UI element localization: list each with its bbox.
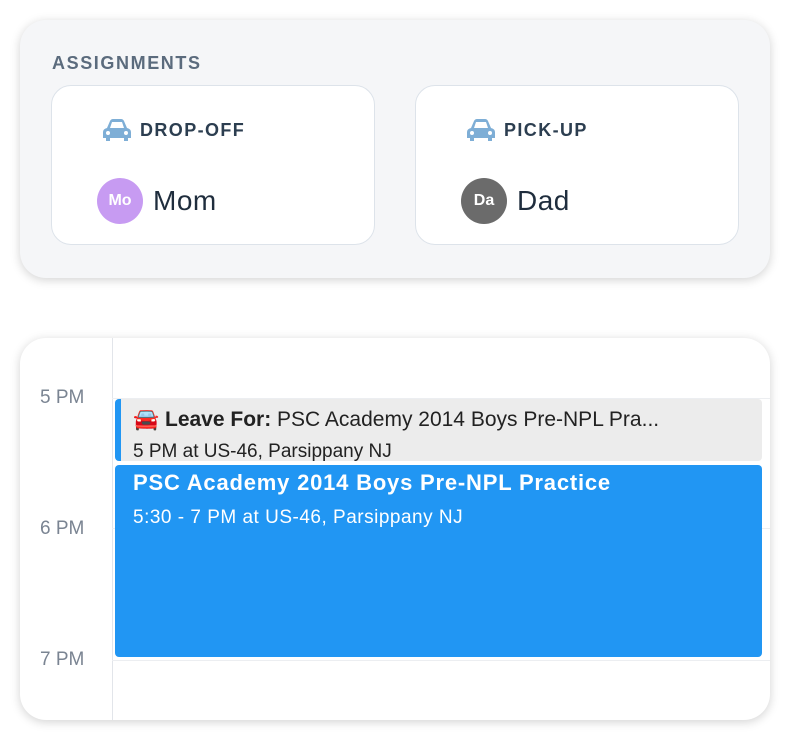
practice-event-detail: 5:30 - 7 PM at US-46, Parsippany NJ [133,507,464,528]
pickup-person: Da Dad [461,178,570,224]
hour-label-5pm: 5 PM [40,387,85,408]
assignments-card: ASSIGNMENTS DROP-OFF Mo Mom PICK-UP Da D… [20,20,770,278]
leave-for-title-line: 🚘 Leave For: PSC Academy 2014 Boys Pre-N… [133,408,752,432]
event-color-stripe [115,399,121,461]
avatar: Mo [97,178,143,224]
car-icon [103,119,131,141]
calendar-day-view[interactable]: 5 PM 6 PM 7 PM 🚘 Leave For: PSC Academy … [20,338,770,720]
avatar: Da [461,178,507,224]
pickup-label: PICK-UP [504,119,588,140]
time-gutter-divider [112,338,113,720]
red-car-emoji-icon: 🚘 [133,408,160,431]
practice-event[interactable]: PSC Academy 2014 Boys Pre-NPL Practice 5… [115,465,762,657]
hour-label-7pm: 7 PM [40,649,85,670]
pickup-header: PICK-UP [466,118,588,142]
dropoff-label: DROP-OFF [140,119,246,140]
practice-event-title: PSC Academy 2014 Boys Pre-NPL Practice [133,470,611,495]
leave-for-prefix: Leave For: [165,408,272,431]
hour-gridline [112,660,770,661]
dropoff-header: DROP-OFF [102,118,245,142]
pickup-person-name: Dad [517,185,570,216]
leave-for-detail: 5 PM at US-46, Parsippany NJ [133,441,392,461]
dropoff-person: Mo Mom [97,178,217,224]
car-icon [467,119,495,141]
dropoff-person-name: Mom [153,185,217,216]
dropoff-assignment[interactable]: DROP-OFF Mo Mom [51,85,375,245]
leave-for-title: PSC Academy 2014 Boys Pre-NPL Pra... [277,408,660,431]
pickup-assignment[interactable]: PICK-UP Da Dad [415,85,739,245]
leave-for-event[interactable]: 🚘 Leave For: PSC Academy 2014 Boys Pre-N… [115,399,762,461]
assignments-title: ASSIGNMENTS [52,53,202,73]
hour-label-6pm: 6 PM [40,518,85,539]
